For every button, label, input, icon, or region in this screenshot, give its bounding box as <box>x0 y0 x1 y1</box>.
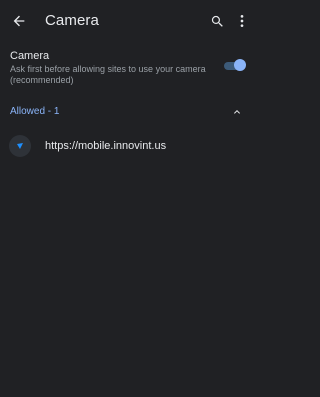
setting-title: Camera <box>10 50 50 62</box>
more-options-button[interactable] <box>236 11 248 31</box>
search-icon <box>211 15 223 27</box>
site-favicon-icon <box>17 143 23 149</box>
site-favicon <box>9 135 31 157</box>
site-url: https://mobile.innovint.us <box>45 140 167 152</box>
setting-summary: Ask first before allowing sites to use y… <box>10 64 206 85</box>
camera-toggle[interactable] <box>224 59 246 73</box>
chevron-up-icon <box>234 110 240 114</box>
more-vert-icon <box>240 15 244 27</box>
app-bar: Camera <box>0 0 248 44</box>
page-title: Camera <box>45 12 99 29</box>
arrow-back-icon <box>13 15 25 27</box>
search-button[interactable] <box>207 11 227 31</box>
back-button[interactable] <box>8 10 30 32</box>
allowed-section-label: Allowed - 1 <box>10 106 60 117</box>
allowed-section-header[interactable]: Allowed - 1 <box>0 100 248 124</box>
site-list-item[interactable]: https://mobile.innovint.us <box>0 132 248 160</box>
toggle-thumb <box>234 59 246 71</box>
camera-setting-row[interactable]: Camera Ask first before allowing sites t… <box>0 48 248 88</box>
